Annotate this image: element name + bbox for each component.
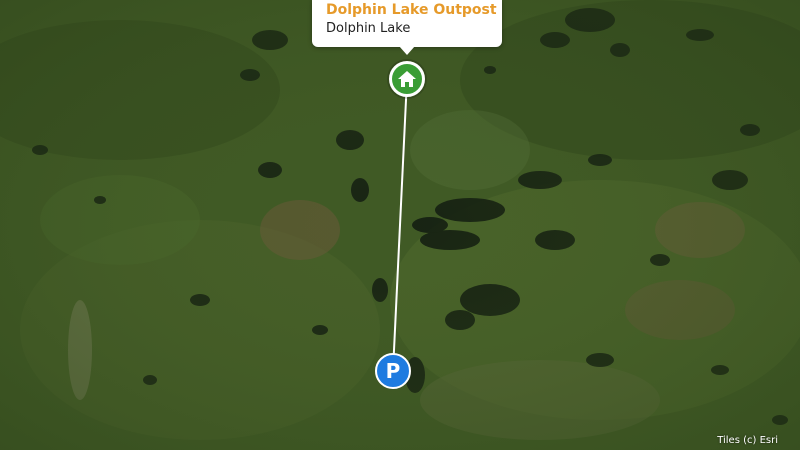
home-icon — [398, 71, 416, 87]
popup-title: Dolphin Lake Outpost — [326, 2, 497, 18]
parking-icon: P — [385, 359, 401, 383]
popup-tip — [399, 46, 415, 55]
home-marker[interactable] — [389, 61, 425, 97]
parking-marker[interactable]: P — [375, 353, 411, 389]
map-attribution: Tiles (c) Esri — [717, 435, 778, 446]
map-view[interactable]: P Dolphin Lake Outpost Dolphin Lake Tile… — [0, 0, 800, 450]
popup-subtitle: Dolphin Lake — [326, 21, 411, 36]
location-popup[interactable]: Dolphin Lake Outpost Dolphin Lake — [312, 0, 502, 47]
